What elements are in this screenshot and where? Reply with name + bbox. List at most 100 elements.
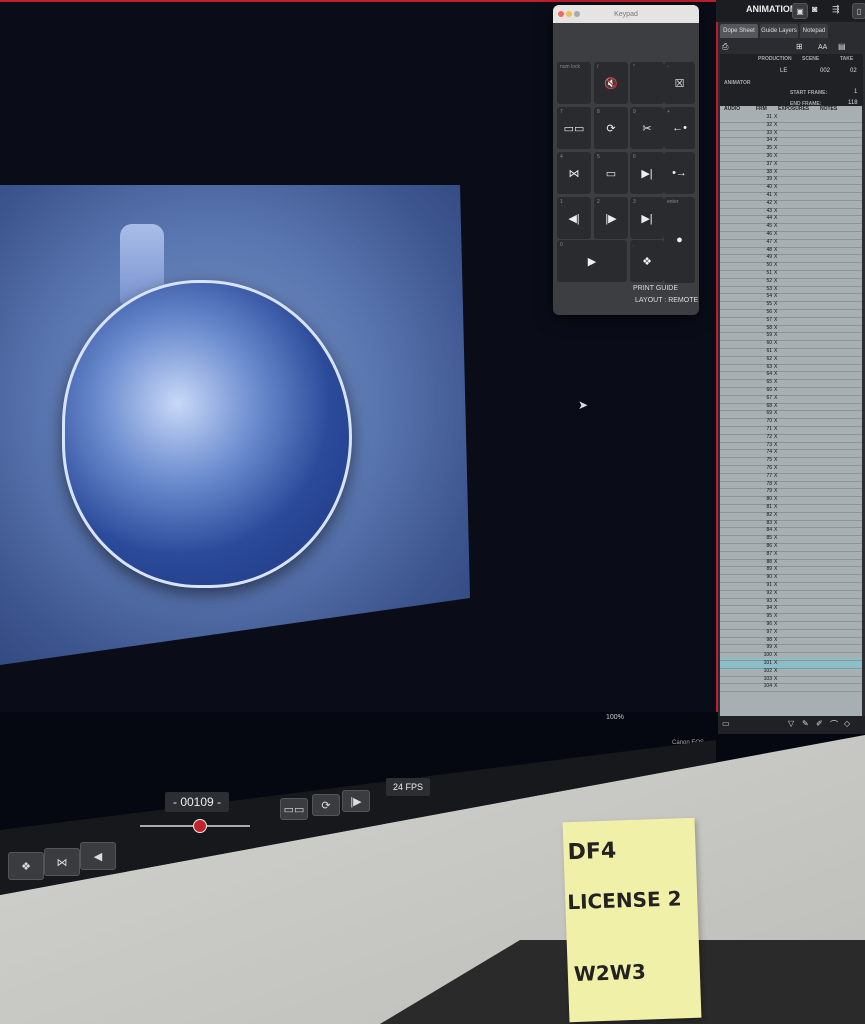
keypad-key-blank[interactable]: •→ <box>664 152 695 194</box>
keypad-key--[interactable]: - ☒ <box>664 62 695 104</box>
frame-number: 95 <box>766 613 772 620</box>
tab-guide-layers[interactable]: Guide Layers <box>760 24 798 38</box>
key-icon: ▶| <box>641 212 653 225</box>
keypad-key-1[interactable]: 1 ◀| <box>557 197 591 239</box>
sticky-line-2: LICENSE 2 <box>566 886 682 915</box>
exposure-mark: X <box>774 496 778 503</box>
exposure-mark: X <box>774 129 778 136</box>
take-value[interactable]: 02 <box>850 68 857 74</box>
frame-number: 78 <box>766 480 772 487</box>
print-icon[interactable]: ⎙ <box>722 42 728 52</box>
curve-icon[interactable]: ⌒ <box>830 719 838 730</box>
scene-value[interactable]: 002 <box>820 68 830 74</box>
zoom-level[interactable]: 100% <box>606 714 624 721</box>
exposure-mark: X <box>774 597 778 604</box>
keypad-key-8[interactable]: 8 ⟳ <box>594 107 628 149</box>
keypad-key-6[interactable]: 6 ▶| <box>630 152 664 194</box>
select-icon[interactable]: ▽ <box>788 719 794 728</box>
dope-sheet-toolbar: ▭ ▽ ✎ ✐ ⌒ ◇ <box>718 716 865 734</box>
dope-sheet-panel: Dope Sheet Guide Layers Notepad ⎙ ⊞ AA ▤… <box>718 22 865 734</box>
key-icon: •→ <box>672 167 687 179</box>
exposure-grid[interactable]: AUDIO FRM EXPOSURES NOTES 31 X 32 X 33 X 34 X 35… <box>720 106 862 716</box>
start-frame-value[interactable]: 1 <box>854 89 857 95</box>
step-forward-button[interactable]: |▶ <box>342 790 370 812</box>
frame-number: 68 <box>766 402 772 409</box>
loop-icon: ⟳ <box>321 799 331 812</box>
keypad-key-4[interactable]: 4 ⋈ <box>557 152 591 194</box>
keypad-key-enter[interactable]: enter ● <box>664 197 695 283</box>
zoom-dot-icon[interactable] <box>574 11 580 17</box>
fps-selector[interactable]: 24 FPS <box>386 778 430 796</box>
diamond-icon: ❖ <box>21 860 31 873</box>
frame-number: 59 <box>766 332 772 339</box>
exposure-mark: X <box>774 504 778 510</box>
exposure-mark: X <box>774 355 778 362</box>
brush-icon[interactable]: ✐ <box>816 719 823 728</box>
keypad-key-.[interactable]: . ❖ <box>630 240 664 282</box>
frame-number: 79 <box>766 488 772 495</box>
keypad-key-9[interactable]: 9 ✂ <box>630 107 664 149</box>
frame-number: 54 <box>766 293 772 300</box>
frame-number: 87 <box>766 550 772 557</box>
frame-number: 90 <box>766 574 772 581</box>
onion-skin-button[interactable]: ▭▭ <box>280 798 308 820</box>
keypad-title: Keypad <box>614 10 638 18</box>
frame-number: 83 <box>766 519 772 526</box>
exposure-mark: X <box>774 316 778 323</box>
col-audio: AUDIO <box>724 106 741 112</box>
layout-icon[interactable]: ▤ <box>838 42 846 51</box>
minimize-dot-icon[interactable] <box>566 11 572 17</box>
exposure-mark: X <box>774 558 778 565</box>
exposure-mark: X <box>774 270 778 276</box>
tab-notepad[interactable]: Notepad <box>800 24 828 38</box>
keypad-key-0[interactable]: 0 ▶ <box>557 240 627 282</box>
production-value[interactable]: LE <box>780 68 787 74</box>
keypad-key-7[interactable]: 7 ▭▭ <box>557 107 591 149</box>
exposure-mark: X <box>774 582 778 588</box>
capture-button[interactable]: ❖ <box>8 852 44 880</box>
keypad-key-num-lock[interactable]: num lock <box>557 62 591 104</box>
key-icon: ❖ <box>642 255 652 268</box>
pencil-icon[interactable]: ✎ <box>802 719 809 728</box>
frame-number: 62 <box>766 355 772 362</box>
mirror-button[interactable]: ⋈ <box>44 848 80 876</box>
frame-number: 70 <box>766 418 772 425</box>
close-dot-icon[interactable] <box>558 11 564 17</box>
frame-number: 40 <box>766 184 772 191</box>
exposure-mark: X <box>774 394 778 401</box>
exposure-mark: X <box>774 449 778 456</box>
frame-number: 34 <box>766 137 772 144</box>
keypad-key-5[interactable]: 5 ▭ <box>594 152 628 194</box>
play-back-button[interactable]: ◀ <box>80 842 116 870</box>
keypad-key-*[interactable]: * <box>630 62 664 104</box>
exposure-mark: X <box>774 246 778 253</box>
keypad-window[interactable]: Keypad PRINT GUIDE LAYOUT : REMOTE num l… <box>553 5 699 315</box>
frame-number: 104 <box>763 683 772 690</box>
frame-number: 49 <box>766 254 772 261</box>
loop-button[interactable]: ⟳ <box>312 794 340 816</box>
frame-counter[interactable]: - 00109 - <box>165 792 229 812</box>
font-size-icon[interactable]: AA <box>818 44 827 51</box>
layout-selector[interactable]: LAYOUT : REMOTE <box>635 297 698 304</box>
monitor-view-button[interactable]: ▣ <box>792 3 808 19</box>
eraser-icon[interactable]: ◇ <box>844 719 850 728</box>
opacity-slider-knob[interactable] <box>193 819 207 833</box>
add-column-icon[interactable]: ⊞ <box>796 42 803 51</box>
keypad-key-2[interactable]: 2 |▶ <box>594 197 628 239</box>
audio-icon[interactable]: ⇶ <box>832 4 840 15</box>
keypad-key-/[interactable]: / 🔇 <box>594 62 628 104</box>
print-guide-link[interactable]: PRINT GUIDE <box>633 285 678 292</box>
exposure-mark: X <box>774 207 778 214</box>
table-row[interactable]: 104 X <box>720 683 862 693</box>
exposure-mark: X <box>774 488 778 495</box>
col-frame: FRM <box>756 106 767 112</box>
keypad-key-+[interactable]: + ←• <box>664 107 695 149</box>
frame-number: 91 <box>766 582 772 588</box>
key-label: 1 <box>560 199 563 205</box>
panel-toggle-button[interactable]: ▯ <box>852 3 865 19</box>
tab-dope-sheet[interactable]: Dope Sheet <box>720 24 758 38</box>
keypad-key-3[interactable]: 3 ▶| <box>630 197 664 239</box>
key-label: 0 <box>560 242 563 248</box>
view-icon[interactable]: ▭ <box>722 719 730 728</box>
camera-icon[interactable]: ◙ <box>812 4 817 14</box>
